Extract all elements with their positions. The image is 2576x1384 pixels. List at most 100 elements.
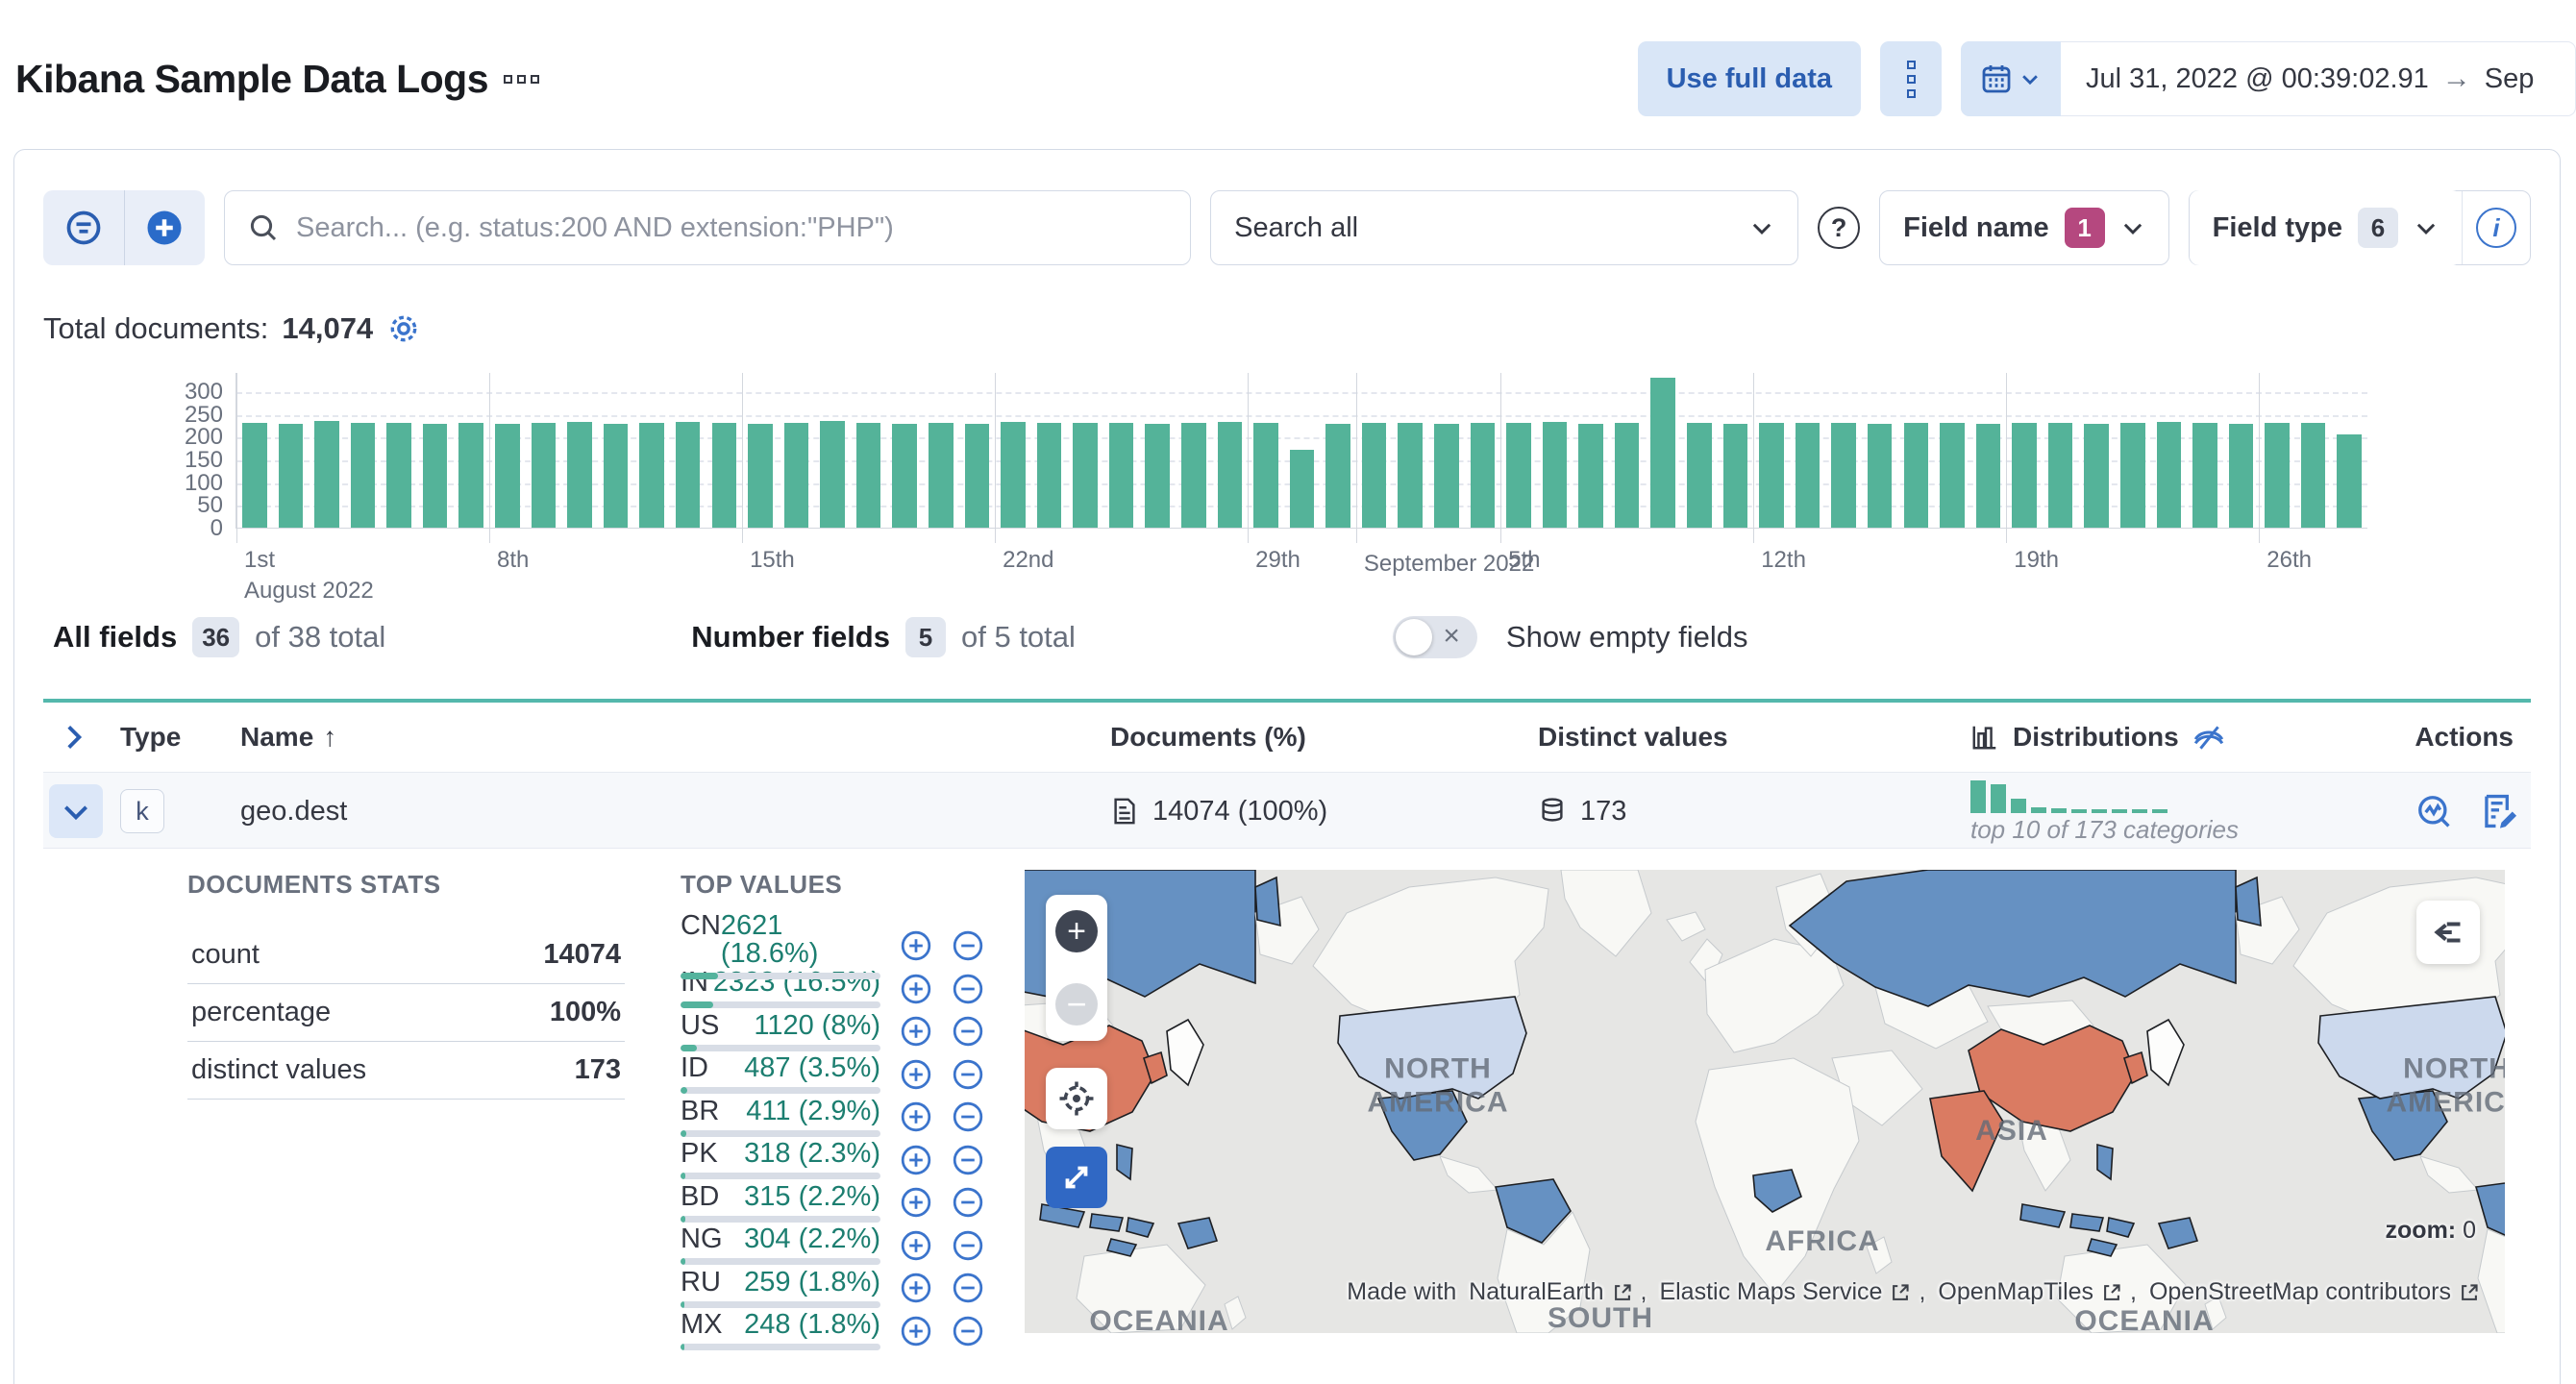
histogram-bar[interactable] bbox=[1940, 423, 1965, 528]
minus-filter-button[interactable] bbox=[952, 1058, 984, 1091]
search-scope-select[interactable]: Search all bbox=[1210, 190, 1799, 265]
show-empty-fields-toggle[interactable]: × bbox=[1392, 616, 1477, 658]
histogram-bar[interactable] bbox=[748, 423, 773, 528]
minus-filter-button[interactable] bbox=[952, 1144, 984, 1176]
map-attribution[interactable]: Made with NaturalEarth, Elastic Maps Ser… bbox=[1347, 1278, 2482, 1306]
col-header-documents[interactable]: Documents (%) bbox=[1110, 722, 1538, 753]
histogram-bar[interactable] bbox=[242, 422, 267, 528]
date-range-text[interactable]: Jul 31, 2022 @ 00:39:02.91 → Sep bbox=[2061, 41, 2559, 116]
histogram-bar[interactable] bbox=[1903, 422, 1929, 528]
collapse-row-button[interactable] bbox=[49, 784, 103, 838]
histogram-bar[interactable] bbox=[639, 422, 664, 528]
histogram-bar[interactable] bbox=[422, 424, 448, 528]
attribution-link[interactable]: NaturalEarth bbox=[1469, 1278, 1603, 1306]
histogram-bar[interactable] bbox=[1073, 422, 1098, 528]
histogram-bar[interactable] bbox=[2228, 423, 2254, 528]
histogram-bar[interactable] bbox=[2047, 423, 2073, 528]
histogram-bar[interactable] bbox=[1614, 423, 1640, 528]
histogram-bar[interactable] bbox=[1722, 423, 1748, 528]
calendar-button[interactable] bbox=[1961, 41, 2061, 116]
gear-icon[interactable] bbox=[386, 311, 421, 346]
histogram-bar[interactable] bbox=[1108, 423, 1134, 528]
use-full-data-button[interactable]: Use full data bbox=[1637, 41, 1861, 116]
histogram-bar[interactable] bbox=[1975, 423, 2001, 528]
add-filter-button[interactable] bbox=[125, 190, 206, 265]
explore-in-discover-icon[interactable] bbox=[2415, 793, 2452, 829]
date-start[interactable]: Jul 31, 2022 @ 00:39:02.91 bbox=[2086, 63, 2429, 95]
histogram-bar[interactable] bbox=[495, 423, 520, 528]
histogram-bar[interactable] bbox=[1398, 423, 1423, 528]
plus-filter-button[interactable] bbox=[900, 929, 932, 962]
minus-filter-button[interactable] bbox=[952, 1100, 984, 1133]
histogram-bar[interactable] bbox=[2337, 433, 2362, 528]
plus-filter-button[interactable] bbox=[900, 973, 932, 1005]
histogram-bar[interactable] bbox=[278, 423, 304, 528]
date-end[interactable]: Sep bbox=[2485, 63, 2535, 95]
map-expand-button[interactable] bbox=[1046, 1147, 1107, 1208]
field-row-geo-dest[interactable]: k geo.dest 14074 (100%) 173 top 10 of 17… bbox=[43, 772, 2531, 849]
histogram-bar[interactable] bbox=[531, 423, 557, 528]
plus-filter-button[interactable] bbox=[900, 1144, 932, 1176]
histogram-bar[interactable] bbox=[964, 423, 990, 528]
minus-filter-button[interactable] bbox=[952, 1186, 984, 1219]
col-header-distributions[interactable]: Distributions bbox=[1970, 721, 2384, 754]
page-options-icon[interactable] bbox=[504, 74, 540, 84]
histogram-bar[interactable] bbox=[2119, 422, 2145, 528]
distribution-cell[interactable]: top 10 of 173 categories bbox=[1970, 773, 2384, 850]
histogram-bar[interactable] bbox=[1325, 423, 1350, 528]
plus-filter-button[interactable] bbox=[900, 1315, 932, 1347]
histogram-bar[interactable] bbox=[1036, 423, 1062, 528]
histogram-bar[interactable] bbox=[2084, 423, 2109, 528]
histogram-bar[interactable] bbox=[1289, 450, 1315, 528]
histogram-bar[interactable] bbox=[314, 421, 339, 528]
histogram-bar[interactable] bbox=[1687, 422, 1712, 528]
histogram-bar[interactable] bbox=[1145, 423, 1170, 528]
histogram-bar[interactable] bbox=[1361, 422, 1387, 528]
minus-filter-button[interactable] bbox=[952, 1315, 984, 1347]
histogram-bar[interactable] bbox=[458, 422, 484, 528]
map-legend-toggle-button[interactable] bbox=[2416, 901, 2480, 964]
attribution-link[interactable]: OpenMapTiles bbox=[1938, 1278, 2093, 1306]
field-type-filter[interactable]: Field type 6 bbox=[2189, 190, 2462, 265]
histogram-bar[interactable] bbox=[350, 423, 376, 528]
histogram-bar[interactable] bbox=[820, 420, 845, 528]
expand-all-button[interactable] bbox=[43, 721, 120, 754]
plus-filter-button[interactable] bbox=[900, 1186, 932, 1219]
chart-plot-area[interactable]: 0 50 100 150 200 250 300 1st August 2022 8th 15th 2… bbox=[185, 373, 2367, 604]
minus-filter-button[interactable] bbox=[952, 1015, 984, 1048]
histogram-bar[interactable] bbox=[2192, 423, 2217, 528]
col-header-distinct-values[interactable]: Distinct values bbox=[1538, 722, 1970, 753]
eye-closed-icon[interactable] bbox=[2192, 721, 2225, 754]
histogram-bar[interactable] bbox=[675, 421, 701, 528]
minus-filter-button[interactable] bbox=[952, 973, 984, 1005]
histogram-bar[interactable] bbox=[1253, 422, 1278, 528]
histogram-bar[interactable] bbox=[1180, 423, 1206, 528]
date-range-picker[interactable]: Jul 31, 2022 @ 00:39:02.91 → Sep bbox=[1961, 41, 2576, 116]
histogram-bar[interactable] bbox=[2012, 422, 2037, 528]
histogram-bar[interactable] bbox=[1542, 422, 1568, 528]
plus-filter-button[interactable] bbox=[900, 1015, 932, 1048]
choropleth-map[interactable]: NORTH AMERICA ASIA ASIA AFRICA NORTH AME… bbox=[1025, 870, 2505, 1333]
histogram-bar[interactable] bbox=[1831, 423, 1856, 528]
histogram-bar[interactable] bbox=[1759, 423, 1784, 528]
map-zoom-in-button[interactable]: + bbox=[1055, 910, 1098, 952]
histogram-bar[interactable] bbox=[2300, 423, 2326, 528]
histogram-bar[interactable] bbox=[567, 422, 592, 528]
histogram-bar[interactable] bbox=[1867, 423, 1893, 528]
histogram-bar[interactable] bbox=[603, 423, 629, 528]
histogram-bar[interactable] bbox=[783, 423, 809, 528]
filter-toggle-button[interactable] bbox=[43, 190, 124, 265]
histogram-bar[interactable] bbox=[2156, 422, 2182, 528]
histogram-bar[interactable] bbox=[1001, 422, 1026, 528]
plus-filter-button[interactable] bbox=[900, 1100, 932, 1133]
info-button[interactable]: i bbox=[2463, 208, 2530, 248]
col-header-name[interactable]: Name ↑ bbox=[240, 722, 1110, 753]
histogram-bar[interactable] bbox=[1578, 423, 1603, 528]
histogram-bar[interactable] bbox=[1795, 422, 1821, 528]
attribution-link[interactable]: Elastic Maps Service bbox=[1659, 1278, 1882, 1306]
histogram-bar[interactable] bbox=[1650, 377, 1676, 528]
map-fit-to-data-button[interactable] bbox=[1046, 1068, 1107, 1129]
minus-filter-button[interactable] bbox=[952, 1229, 984, 1262]
plus-filter-button[interactable] bbox=[900, 1058, 932, 1091]
plus-filter-button[interactable] bbox=[900, 1229, 932, 1262]
